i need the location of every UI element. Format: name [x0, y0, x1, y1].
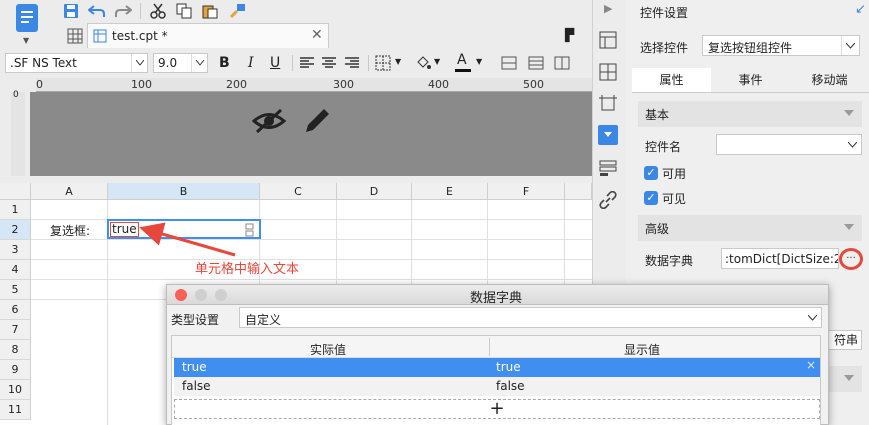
widget-settings-icon[interactable] — [598, 125, 618, 145]
data-dict-label: 数据字典 — [645, 254, 694, 268]
pin-icon[interactable]: ↙ — [855, 2, 866, 17]
data-dict-more-button[interactable]: ··· — [839, 248, 863, 270]
zoom-window-icon[interactable] — [215, 289, 227, 301]
tab-events[interactable]: 事件 — [711, 68, 790, 92]
col-display: 显示值 — [624, 343, 661, 357]
select-control-label: 选择控件 — [640, 41, 689, 55]
dialog-titlebar: 数据字典 — [167, 285, 828, 306]
partial-section[interactable] — [829, 366, 862, 392]
select-control-value: 复选按钮组控件 — [708, 41, 793, 55]
minimize-window-icon[interactable] — [195, 289, 207, 301]
table-row[interactable]: false false — [174, 377, 820, 396]
table-row[interactable]: true true × — [174, 358, 820, 377]
row-display: true — [496, 360, 521, 374]
chevron-down-icon — [843, 135, 861, 154]
dialog-title: 数据字典 — [470, 291, 523, 306]
section-advanced-label: 高级 — [645, 221, 670, 236]
type-setting-select[interactable]: 自定义 — [239, 307, 822, 328]
visible-label: 可见 — [662, 192, 687, 206]
type-setting-value: 自定义 — [245, 313, 282, 327]
section-advanced[interactable]: 高级 — [638, 215, 862, 241]
widget-name-label: 控件名 — [645, 140, 682, 154]
data-dictionary-dialog: 数据字典 类型设置 自定义 实际值 显示值 true true × false … — [166, 284, 829, 425]
dict-table: 实际值 显示值 true true × false false + — [171, 335, 821, 425]
row-display: false — [496, 379, 525, 393]
type-setting-label: 类型设置 — [171, 313, 220, 327]
add-row-button[interactable]: + — [174, 399, 820, 419]
row-delete-icon[interactable]: × — [806, 358, 816, 372]
element-icon[interactable] — [598, 62, 618, 82]
tab-properties[interactable]: 属性 — [632, 68, 711, 92]
condition-icon[interactable] — [598, 158, 618, 178]
hyperlink-icon[interactable] — [598, 190, 618, 210]
app-window: ▼ test.cpt * ✕ ▛ .SF NS Text 9.0 B I U ▼… — [0, 0, 869, 425]
collapse-arrow-icon[interactable]: ▶ — [604, 2, 612, 15]
enabled-label: 可用 — [662, 167, 687, 181]
row-actual: true — [182, 360, 207, 374]
col-actual: 实际值 — [310, 343, 347, 357]
section-basic[interactable]: 基本 — [638, 101, 862, 127]
row-actual: false — [182, 379, 211, 393]
data-dict-field[interactable]: :tomDict[DictSize:2] — [721, 248, 839, 269]
tab-mobile[interactable]: 移动端 — [790, 68, 869, 92]
partial-text-field[interactable]: 符串 — [826, 330, 862, 350]
widget-name-input[interactable] — [716, 134, 862, 155]
cell-attr-icon[interactable] — [598, 30, 618, 50]
panel-title: 控件设置 — [640, 6, 689, 20]
select-control-dropdown[interactable]: 复选按钮组控件 — [702, 35, 860, 56]
visible-checkbox[interactable]: ✓ — [644, 191, 658, 205]
bounds-icon[interactable] — [598, 94, 618, 114]
close-window-icon[interactable] — [175, 289, 187, 301]
chevron-down-icon — [841, 36, 859, 55]
section-basic-label: 基本 — [645, 107, 670, 122]
dict-table-header: 实际值 显示值 — [172, 336, 820, 358]
enabled-checkbox[interactable]: ✓ — [644, 166, 658, 180]
chevron-down-icon — [803, 308, 821, 327]
data-dict-value: :tomDict[DictSize:2] — [725, 252, 839, 266]
